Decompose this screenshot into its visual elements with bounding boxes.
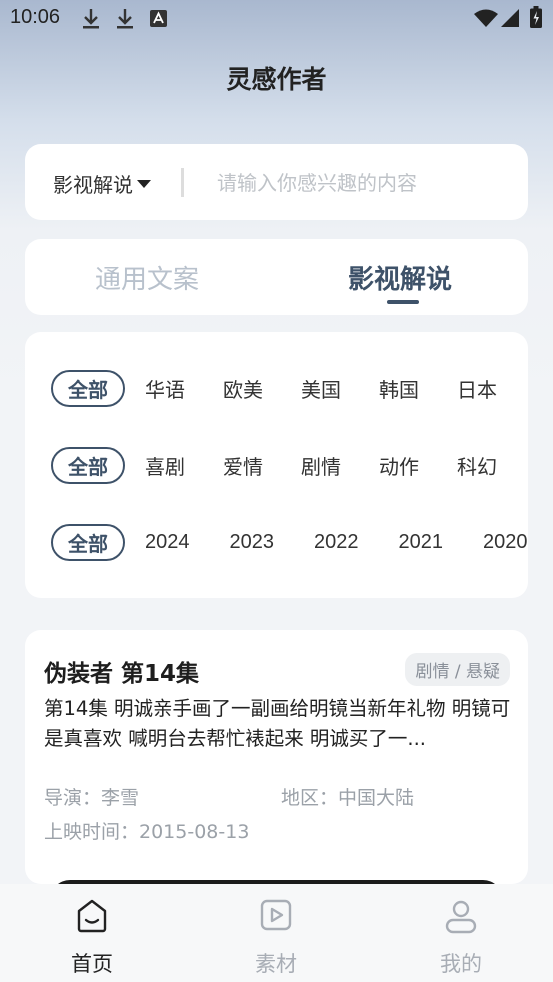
region-filter-row: 全部 华语 欧美 美国 韩国 日本	[51, 368, 528, 408]
item-description: 第14集 明诚亲手画了一副画给明镜当新年礼物 明镜可是真喜欢 喊明台去帮忙裱起来…	[44, 697, 511, 750]
search-category-dropdown[interactable]: 影视解说	[53, 169, 151, 198]
year-filter-option[interactable]: 2024	[145, 531, 190, 554]
genre-filter-option[interactable]: 科幻	[457, 451, 497, 480]
region-filter-option[interactable]: 华语	[145, 374, 185, 403]
active-tab-indicator	[387, 300, 419, 304]
year-filter-option[interactable]: 2021	[399, 531, 444, 554]
item-region: 地区：中国大陆	[281, 787, 415, 809]
genre-filter-option[interactable]: 动作	[379, 451, 419, 480]
nav-mine-label: 我的	[440, 952, 482, 976]
year-filter-option[interactable]: 2023	[230, 531, 275, 554]
nav-home[interactable]: 首页	[42, 898, 142, 978]
filter-panel: 全部 华语 欧美 美国 韩国 日本 全部 喜剧 爱情 剧情 动作 科幻 全部 2…	[25, 332, 528, 598]
year-filter-option[interactable]: 2022	[314, 531, 359, 554]
region-filter-all[interactable]: 全部	[51, 369, 125, 407]
year-filter-row: 全部 2024 2023 2022 2021 2020	[51, 522, 528, 562]
status-bar: 10:06	[0, 0, 553, 38]
signal-icon	[501, 9, 519, 27]
region-filter-option[interactable]: 美国	[301, 374, 341, 403]
nav-material-label: 素材	[255, 952, 297, 976]
caret-down-icon	[137, 179, 151, 188]
battery-icon	[530, 6, 542, 28]
app-notification-icon	[150, 10, 167, 27]
search-input[interactable]	[215, 164, 509, 202]
genre-filter-option[interactable]: 爱情	[223, 451, 263, 480]
genre-filter-option[interactable]: 喜剧	[145, 451, 185, 480]
search-bar: 影视解说	[25, 144, 528, 220]
region-filter-option[interactable]: 韩国	[379, 374, 419, 403]
play-square-icon	[226, 898, 326, 934]
page-title: 灵感作者	[226, 65, 327, 94]
wifi-icon	[474, 9, 498, 27]
status-time: 10:06	[10, 6, 61, 28]
content-type-tabs: 通用文案 影视解说	[25, 239, 528, 315]
genre-filter-all[interactable]: 全部	[51, 446, 125, 484]
profile-icon	[411, 898, 511, 934]
item-release-date: 上映时间：2015-08-13	[44, 821, 250, 843]
genre-badge: 剧情 / 悬疑	[405, 653, 510, 686]
tab-general-copy[interactable]: 通用文案	[95, 259, 199, 296]
year-filter-all[interactable]: 全部	[51, 523, 125, 561]
nav-mine[interactable]: 我的	[411, 898, 511, 978]
content-item-card[interactable]: 伪装者 第14集 剧情 / 悬疑 第14集 明诚亲手画了一副画给明镜当新年礼物 …	[25, 630, 528, 884]
tab-film-commentary[interactable]: 影视解说	[348, 259, 452, 296]
download-icon	[82, 8, 100, 30]
region-filter-option[interactable]: 欧美	[223, 374, 263, 403]
item-director: 导演：李雪	[44, 787, 140, 809]
region-filter-option[interactable]: 日本	[457, 374, 497, 403]
bottom-navigation: 首页 素材 我的	[0, 884, 553, 982]
home-icon	[42, 898, 142, 934]
nav-home-label: 首页	[71, 952, 113, 976]
search-category-label: 影视解说	[53, 173, 133, 197]
item-title: 伪装者 第14集	[44, 661, 200, 687]
search-divider	[181, 168, 184, 197]
year-filter-option[interactable]: 2020	[483, 531, 528, 554]
download-icon	[116, 8, 134, 30]
nav-material[interactable]: 素材	[226, 898, 326, 978]
genre-filter-option[interactable]: 剧情	[301, 451, 341, 480]
genre-filter-row: 全部 喜剧 爱情 剧情 动作 科幻	[51, 445, 528, 485]
